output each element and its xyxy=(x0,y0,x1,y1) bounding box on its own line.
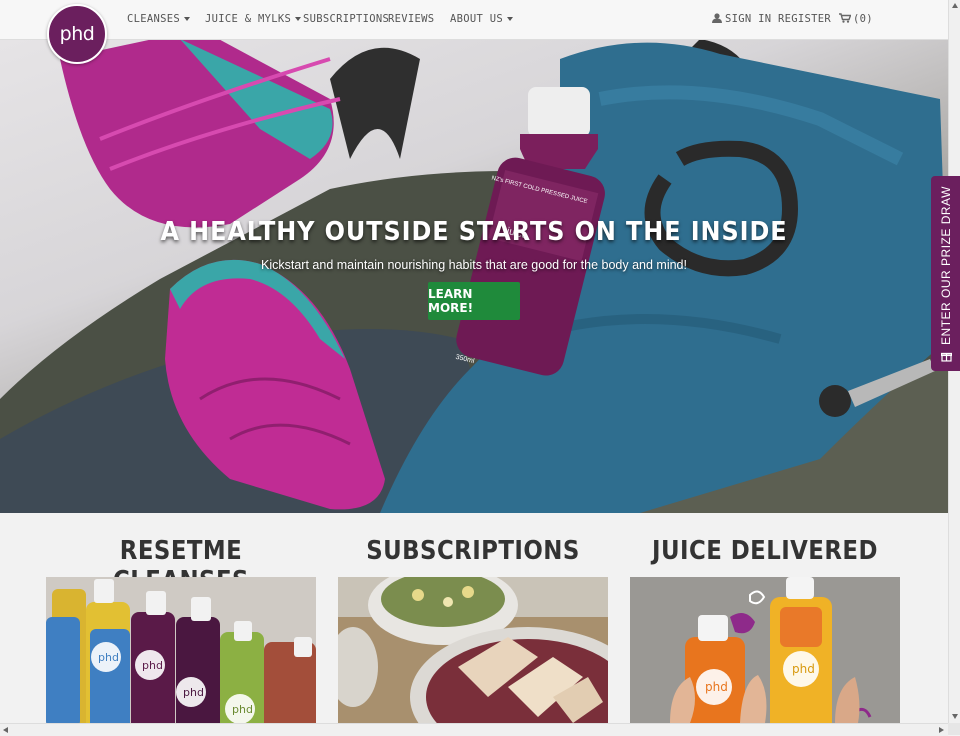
nav-cleanses[interactable]: Cleanses xyxy=(127,13,190,25)
nav-reviews[interactable]: Reviews xyxy=(388,13,434,25)
chevron-down-icon xyxy=(506,17,513,21)
cart-icon xyxy=(839,13,852,23)
hero-title: A HEALTHY OUTSIDE STARTS ON THE INSIDE xyxy=(160,217,788,247)
food-bowls-image xyxy=(338,577,608,723)
scroll-right-icon[interactable] xyxy=(939,727,944,733)
prize-draw-label: ENTER OUR PRIZE DRAW xyxy=(938,185,953,345)
cart-link[interactable]: (0) xyxy=(839,13,873,25)
bottle-brand-1: phd xyxy=(98,651,119,664)
hero-subtitle: Kickstart and maintain nourishing habits… xyxy=(261,258,687,272)
sign-in-label: Sign In xyxy=(725,13,772,25)
hands-bottles-image: phd phd xyxy=(630,577,900,723)
bottle-brand-4: phd xyxy=(232,703,253,716)
juice-delivered-image[interactable]: phd phd xyxy=(630,577,900,723)
phd-logo[interactable]: phd xyxy=(47,4,107,64)
scroll-left-icon[interactable] xyxy=(3,727,8,733)
scroll-down-icon[interactable] xyxy=(952,714,958,719)
nav-cleanses-label: Cleanses xyxy=(127,13,180,25)
register-link[interactable]: Register xyxy=(778,13,831,25)
bottle-brand-yellow: phd xyxy=(792,662,815,676)
horizontal-scrollbar[interactable] xyxy=(0,723,948,736)
scrollbar-corner xyxy=(948,723,960,735)
gift-icon xyxy=(940,352,951,362)
chevron-down-icon xyxy=(183,17,190,21)
subscriptions-image[interactable] xyxy=(338,577,608,723)
bottle-brand-3: phd xyxy=(183,686,204,699)
bottle-brand-2: phd xyxy=(142,659,163,672)
scroll-up-icon[interactable] xyxy=(952,3,958,8)
prize-draw-tab[interactable]: ENTER OUR PRIZE DRAW xyxy=(931,176,960,371)
hero-banner: NZ's FIRST COLD PRESSED JUICE juice 350m… xyxy=(0,39,948,513)
nav-juice-mylks[interactable]: Juice & Mylks xyxy=(205,13,302,25)
nav-about-us-label: About Us xyxy=(450,13,503,25)
page: NZ's FIRST COLD PRESSED JUICE juice 350m… xyxy=(0,0,948,723)
bottles-image: phd phd phd phd xyxy=(46,577,316,723)
feature-title-subscriptions: SUBSCRIPTIONS xyxy=(366,536,580,566)
nav-subscriptions[interactable]: Subscriptions xyxy=(303,13,389,25)
feature-title-delivered: JUICE DELIVERED xyxy=(652,536,878,566)
chevron-down-icon xyxy=(295,17,302,21)
learn-more-button[interactable]: Learn More! xyxy=(428,282,520,320)
cart-count: (0) xyxy=(853,13,873,25)
sign-in-link[interactable]: Sign In xyxy=(712,13,771,25)
nav-juice-mylks-label: Juice & Mylks xyxy=(205,13,292,25)
bottle-brand-orange: phd xyxy=(705,680,728,694)
top-navbar: Cleanses Juice & Mylks Subscriptions Rev… xyxy=(0,0,948,40)
logo-text: phd xyxy=(59,23,95,45)
user-icon xyxy=(712,13,722,23)
nav-about-us[interactable]: About Us xyxy=(450,13,513,25)
cleanses-image[interactable]: phd phd phd phd xyxy=(46,577,316,723)
hero-image: NZ's FIRST COLD PRESSED JUICE juice 350m… xyxy=(0,39,948,513)
